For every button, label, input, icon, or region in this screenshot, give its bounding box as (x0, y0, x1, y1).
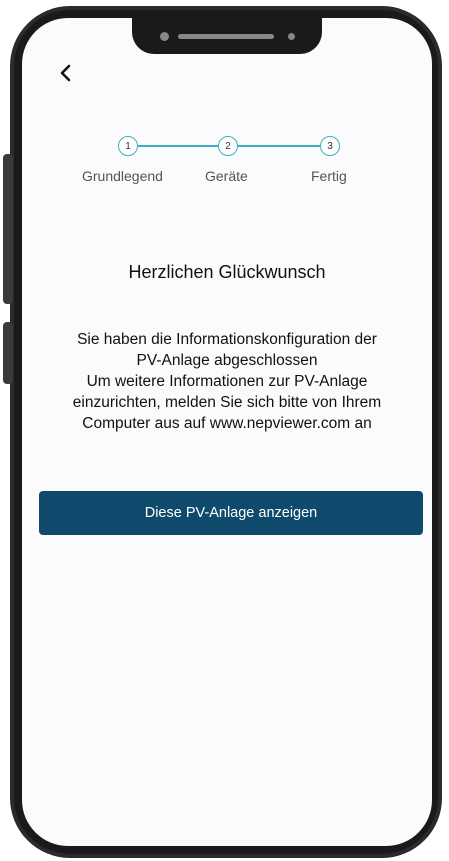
page-title: Herzlichen Glückwunsch (128, 262, 326, 282)
step-1-label: Grundlegend (82, 168, 163, 184)
completion-message: Sie haben die Informationskonfiguration … (22, 329, 432, 434)
step-2-circle: 2 (218, 136, 238, 156)
view-pv-plant-button[interactable]: Diese PV-Anlage anzeigen (39, 491, 423, 535)
step-connector-1 (138, 145, 218, 147)
side-button-power (3, 322, 13, 384)
step-3-circle: 3 (320, 136, 340, 156)
speaker-grille (178, 34, 274, 39)
notch (132, 18, 322, 54)
step-2-label: Geräte (205, 168, 248, 184)
message-line: Um weitere Informationen zur PV-Anlage (86, 373, 368, 390)
step-connector-2 (238, 145, 320, 147)
step-1-circle: 1 (118, 136, 138, 156)
step-3-label: Fertig (311, 168, 347, 184)
progress-stepper: 1 2 3 Grundlegend Geräte Fertig (22, 136, 432, 196)
side-button-volume (3, 154, 13, 304)
message-line: Computer aus auf www.nepviewer.com an (82, 415, 372, 432)
chevron-left-icon (60, 64, 71, 82)
message-line: einzurichten, melden Sie sich bitte von … (72, 394, 382, 411)
message-line: Sie haben die Informationskonfiguration … (77, 331, 377, 348)
sensor-icon (288, 33, 295, 40)
app-screen: 1 2 3 Grundlegend Geräte Fertig Herzlich… (22, 18, 432, 846)
camera-icon (160, 32, 169, 41)
message-line: PV-Anlage abgeschlossen (136, 352, 318, 369)
back-button[interactable] (50, 58, 80, 88)
